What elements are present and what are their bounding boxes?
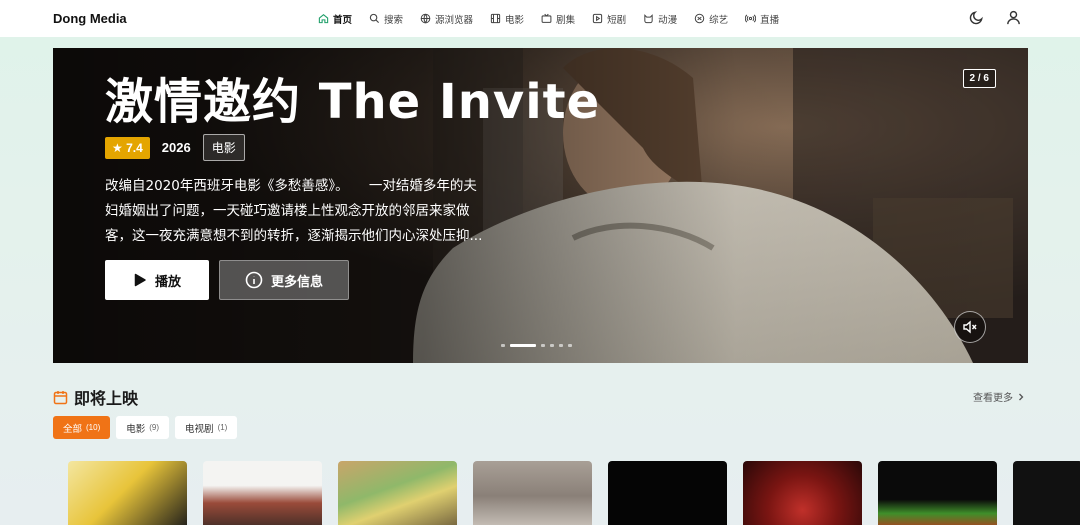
filter-count: (9) (149, 423, 160, 432)
nav-item-series[interactable]: 剧集 (541, 12, 575, 26)
poster-card[interactable] (878, 461, 997, 525)
nav-item-label: 综艺 (709, 14, 729, 26)
nav-item-label: 直播 (760, 14, 780, 26)
mute-button[interactable] (954, 311, 986, 343)
carousel-dot[interactable] (559, 344, 563, 347)
globe-icon (420, 13, 431, 24)
nav-item-home[interactable]: 首页 (318, 12, 352, 26)
nav-item-shorts[interactable]: 短剧 (592, 12, 626, 26)
carousel-dot[interactable] (510, 344, 536, 347)
poster-card[interactable] (68, 461, 187, 525)
nav-item-label: 首页 (333, 14, 353, 26)
more-info-label: 更多信息 (270, 273, 323, 289)
nav-item-live[interactable]: 直播 (745, 12, 779, 26)
info-icon (245, 271, 263, 289)
calendar-icon (53, 390, 68, 404)
poster-card[interactable] (473, 461, 592, 525)
filter-count: (1) (217, 423, 228, 432)
filter-label: 电视剧 (185, 423, 214, 435)
filter-series[interactable]: 电视剧 (1) (175, 416, 238, 439)
main-nav: 首页 搜索 源浏览器 电影 剧集 短剧 动漫 综艺 直播 (318, 0, 796, 37)
rating-badge: ★ 7.4 (105, 136, 150, 159)
hero-meta: ★ 7.4 2026 电影 (105, 134, 245, 161)
cat-icon (644, 14, 653, 24)
poster-card[interactable] (1013, 461, 1080, 525)
see-more-label: 查看更多 (973, 393, 1013, 404)
nav-item-search[interactable]: 搜索 (369, 12, 403, 26)
volume-mute-icon (963, 320, 977, 334)
nav-item-variety[interactable]: 综艺 (694, 12, 728, 26)
film-icon (490, 13, 501, 24)
search-icon (369, 13, 380, 24)
filter-label: 电影 (126, 423, 146, 435)
filter-tabs: 全部 (10) 电影 (9) 电视剧 (1) (53, 416, 238, 439)
nav-item-label: 动漫 (658, 14, 678, 26)
play-icon (134, 273, 146, 287)
user-icon[interactable] (1005, 9, 1022, 26)
chevron-right-icon (1019, 393, 1024, 400)
play-button-label: 播放 (154, 273, 181, 289)
poster-card[interactable] (203, 461, 322, 525)
section-header: 即将上映 (53, 385, 138, 409)
hero-banner[interactable]: 激情邀约 The Invite ★ 7.4 2026 电影 改编自2020年西班… (53, 48, 1028, 363)
carousel-dot[interactable] (550, 344, 554, 347)
filter-movies[interactable]: 电影 (9) (116, 416, 170, 439)
more-info-button[interactable]: 更多信息 (219, 260, 349, 300)
carousel-dot[interactable] (568, 344, 572, 347)
see-more-link[interactable]: 查看更多 (973, 389, 1025, 404)
carousel-dot[interactable] (541, 344, 545, 347)
poster-card[interactable] (608, 461, 727, 525)
nav-item-movies[interactable]: 电影 (490, 12, 524, 26)
nav-item-label: 源浏览器 (435, 14, 474, 26)
filter-label: 全部 (63, 423, 83, 435)
play-square-icon (592, 13, 603, 24)
nav-item-label: 剧集 (556, 14, 576, 26)
home-icon (318, 13, 329, 24)
sparkle-icon (694, 13, 705, 24)
moon-icon[interactable] (968, 9, 985, 26)
slide-counter: 2 / 6 (962, 69, 996, 88)
poster-row (68, 461, 1080, 525)
nav-item-label: 电影 (505, 14, 525, 26)
nav-item-anime[interactable]: 动漫 (643, 12, 677, 26)
hero-description: 改编自2020年西班牙电影《多愁善感》。 一对结婚多年的夫妇婚姻出了问题，一天碰… (105, 178, 483, 244)
nav-item-source-browser[interactable]: 源浏览器 (420, 12, 473, 26)
filter-count: (10) (86, 423, 101, 432)
filter-all[interactable]: 全部 (10) (53, 416, 111, 439)
tv-icon (541, 13, 552, 23)
carousel-dots (501, 344, 572, 347)
play-button[interactable]: 播放 (105, 260, 209, 300)
carousel-dot[interactable] (501, 344, 505, 347)
top-navigation-bar: Dong Media 首页 搜索 源浏览器 电影 剧集 短剧 动漫 综艺 直播 (0, 0, 1080, 37)
poster-card[interactable] (338, 461, 457, 525)
nav-item-label: 短剧 (607, 14, 627, 26)
type-tag: 电影 (202, 134, 245, 161)
poster-card[interactable] (743, 461, 862, 525)
release-year: 2026 (161, 140, 191, 155)
brand-logo[interactable]: Dong Media (53, 11, 127, 26)
hero-title: 激情邀约 The Invite (105, 74, 601, 130)
nav-item-label: 搜索 (384, 14, 404, 26)
broadcast-icon (745, 14, 757, 23)
section-title: 即将上映 (74, 391, 139, 408)
top-right-actions (968, 9, 1022, 26)
